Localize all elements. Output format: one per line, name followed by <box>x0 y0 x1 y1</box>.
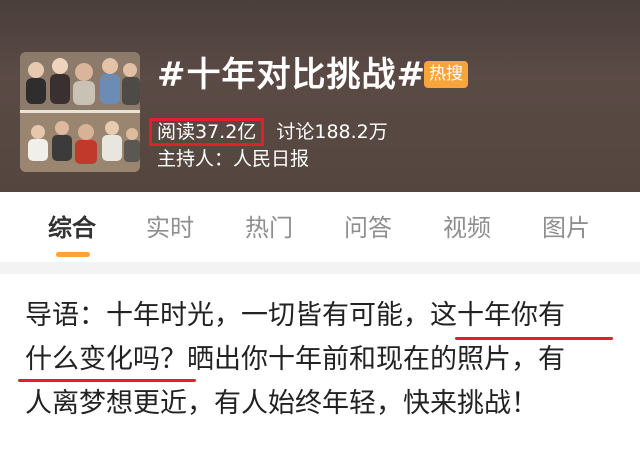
tab-comprehensive[interactable]: 综合 <box>48 212 96 244</box>
intro-line-2: 什么变化吗？晒出你十年前和现在的照片，有 <box>25 338 620 382</box>
read-count: 阅读37.2亿 <box>149 118 265 146</box>
topic-intro-text: 导语：十年时光，一切皆有可能，这十年你有 什么变化吗？晒出你十年前和现在的照片，… <box>25 294 620 426</box>
cover-photo-collage <box>20 52 140 172</box>
discuss-count: 讨论188.2万 <box>276 121 388 143</box>
active-tab-indicator <box>56 252 90 257</box>
topic-cover-image[interactable] <box>20 52 140 172</box>
topic-stats: 阅读37.2亿 讨论188.2万 <box>149 118 388 146</box>
tab-video[interactable]: 视频 <box>443 212 491 244</box>
intro-line-1-part-a: 导语：十年时光，一切皆有可能， <box>25 300 430 331</box>
intro-line-1-part-b: 这十年你有 <box>430 300 565 331</box>
intro-line-2-part-b: 晒出你十年前和现在的照片，有 <box>187 344 565 375</box>
topic-host[interactable]: 主持人：人民日报 <box>157 146 309 172</box>
tab-qa[interactable]: 问答 <box>344 212 392 244</box>
topic-title: #十年对比挑战# <box>157 55 426 95</box>
tab-popular[interactable]: 热门 <box>245 212 293 244</box>
section-divider <box>0 262 640 274</box>
tab-realtime[interactable]: 实时 <box>146 212 194 244</box>
topic-header: #十年对比挑战# 热搜 阅读37.2亿 讨论188.2万 主持人：人民日报 <box>0 0 640 192</box>
tab-images[interactable]: 图片 <box>542 212 590 244</box>
intro-line-2-part-a: 什么变化吗？ <box>25 344 187 375</box>
intro-line-1: 导语：十年时光，一切皆有可能，这十年你有 <box>25 294 620 338</box>
red-underline-mark <box>18 379 196 382</box>
topic-page: #十年对比挑战# 热搜 阅读37.2亿 讨论188.2万 主持人：人民日报 综合… <box>0 0 640 453</box>
hot-badge: 热搜 <box>424 61 468 88</box>
red-underline-mark <box>455 337 613 340</box>
intro-line-3: 人离梦想更近，有人始终年轻，快来挑战！ <box>25 388 538 419</box>
